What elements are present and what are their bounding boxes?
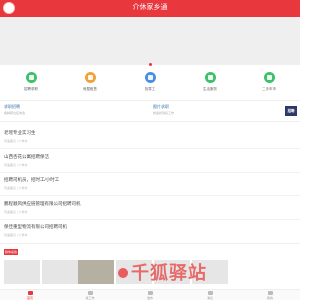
divider [0,243,300,244]
thumbnail[interactable] [78,260,114,284]
job-title: 鹏程顺风供应链管理有限公司招聘司机 [4,201,81,206]
plus-icon [147,291,153,295]
briefcase-icon [87,291,93,295]
job-title: 山西杏花公寓招聘保洁 [4,154,49,159]
watermark: 千狐驿站 [131,263,207,284]
divider [0,148,300,149]
nav-item-used-car[interactable]: 二手车市 [249,72,289,96]
nav-label: 招聘求职 [24,87,38,91]
divider [0,195,300,196]
job-title: 招聘司机员，招时工/小时工 [4,177,60,182]
house-icon [84,72,96,83]
page-title: 介休家乡通 [132,4,168,11]
list-item[interactable]: 鹏程顺风供应链管理有限公司招聘司机 待遇面议 | 介休市 [4,201,296,214]
job-title: 保佳重型物流有限公司招聘司机 [4,224,67,229]
promo-subtitle: 各种职位任你选 [4,111,26,115]
temp-work-icon [144,72,156,83]
divider [0,121,300,122]
category-nav: 招聘求职 房屋租售 找零工 生活服务 二手车市 [0,72,300,96]
thumbnail[interactable] [42,260,78,284]
promo-title: 图片求职 [153,104,169,109]
tab-home[interactable]: 首页 [15,291,45,300]
top-bar: 介休家乡通 [0,0,300,17]
list-item[interactable]: 山西杏花公寓招聘保洁 待遇面议 | 介休市 [4,154,296,167]
nav-label: 找零工 [144,87,156,91]
user-icon [267,291,273,295]
job-title: 老瑶专业实习生 [4,130,36,135]
carousel-indicator[interactable] [149,63,152,66]
watermark-logo-icon [118,268,128,278]
job-meta: 待遇面议 | 介休市 [4,139,28,143]
tab-label: 首页 [26,296,33,300]
job-meta: 待遇面议 | 介休市 [4,163,28,167]
divider [0,219,300,220]
message-icon [207,291,213,295]
tab-jobs[interactable]: 找工作 [75,291,105,300]
tab-messages[interactable]: 消息 [195,291,225,300]
tab-label: 发布 [146,296,153,300]
nav-item-service[interactable]: 生活服务 [190,72,230,96]
divider [0,172,300,173]
nav-label: 生活服务 [203,87,217,91]
bottom-tab-bar: 首页 找工作 发布 消息 我的 [0,289,300,300]
nav-label: 二手车市 [262,87,276,91]
job-meta: 待遇面议 | 介休市 [4,186,28,190]
promo-title: 求职招聘 [4,104,20,109]
tab-label: 消息 [206,296,213,300]
tab-label: 我的 [266,296,273,300]
home-icon [27,291,33,295]
job-meta: 待遇面议 | 介休市 [4,233,28,237]
used-car-icon [263,72,275,83]
promo-subtitle: 快速找到好工作 [153,111,175,115]
service-icon [204,72,216,83]
banner-carousel[interactable] [0,17,300,65]
tab-profile[interactable]: 我的 [255,291,285,300]
promo-recruit[interactable]: 求职招聘 各种职位任你选 [4,104,25,118]
list-item[interactable]: 保佳重型物流有限公司招聘司机 待遇面议 | 介休市 [4,224,296,237]
nav-item-temp-work[interactable]: 找零工 [130,72,170,96]
tab-label: 找工作 [85,296,95,300]
nav-item-recruit[interactable]: 招聘求职 [11,72,51,96]
list-item[interactable]: 老瑶专业实习生 待遇面议 | 介休市 [4,130,296,143]
job-meta: 待遇面议 | 介休市 [4,210,28,214]
nav-label: 房屋租售 [83,87,97,91]
promo-badge[interactable]: 招聘 [285,106,297,116]
thumbnail[interactable] [4,260,40,284]
divider [0,100,300,101]
recruit-icon [25,72,37,83]
nav-item-house[interactable]: 房屋租售 [70,72,110,96]
promo-photo[interactable]: 图片求职 快速找到好工作 [153,104,174,118]
tab-publish[interactable]: 发布 [135,291,165,300]
section-tag: 猜你喜欢 [4,249,18,255]
list-item[interactable]: 招聘司机员，招时工/小时工 待遇面议 | 介休市 [4,177,296,190]
